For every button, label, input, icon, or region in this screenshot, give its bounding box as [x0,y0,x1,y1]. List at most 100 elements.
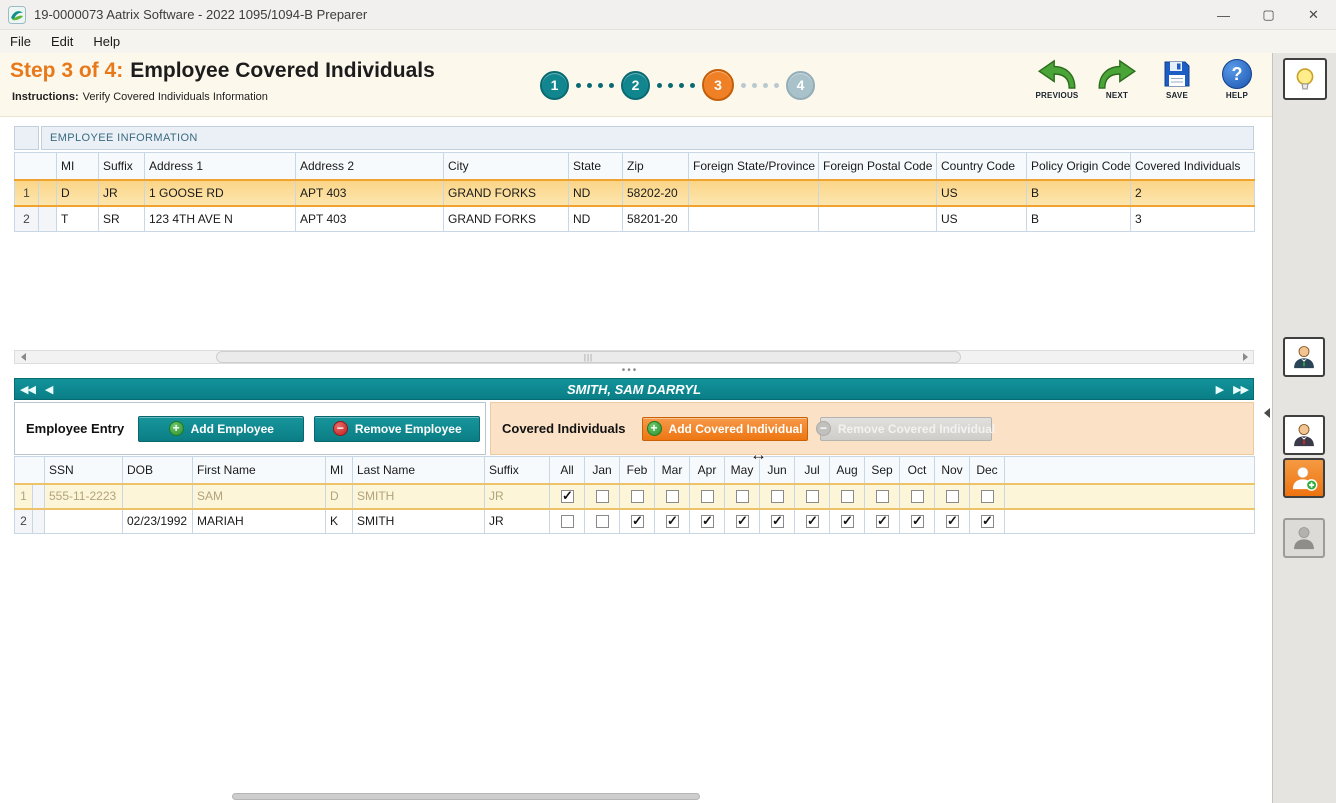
cell-dec[interactable] [970,509,1005,534]
covered-row-1[interactable]: 1 555-11-2223 SAM D SMITH JR [15,484,1255,509]
cell-aug[interactable] [830,484,865,509]
jul-checkbox[interactable] [806,515,819,528]
cell-feb[interactable] [620,484,655,509]
cell-first-name[interactable]: MARIAH [193,509,326,534]
col-state[interactable]: State [569,153,623,180]
mar-checkbox[interactable] [666,490,679,503]
maximize-button[interactable]: ▢ [1246,0,1291,30]
col-address2[interactable]: Address 2 [296,153,444,180]
cell-zip[interactable]: 58202-20 [623,180,689,206]
scroll-right-arrow[interactable] [1237,351,1253,363]
add-employee-button[interactable]: + Add Employee [138,416,304,442]
oct-checkbox[interactable] [911,515,924,528]
cell-country-code[interactable]: US [937,206,1027,232]
dec-checkbox[interactable] [981,490,994,503]
step-circle-1[interactable]: 1 [540,71,569,100]
cell-suffix[interactable]: SR [99,206,145,232]
col-country-code[interactable]: Country Code [937,153,1027,180]
tip-lightbulb-button[interactable] [1283,58,1327,100]
cell-jun[interactable] [760,509,795,534]
cell-mi[interactable]: D [57,180,99,206]
row-number[interactable]: 1 [15,180,39,206]
scrollbar-track[interactable] [31,351,1237,363]
col-last-name[interactable]: Last Name [353,457,485,484]
cell-mar[interactable] [655,509,690,534]
cell-jul[interactable] [795,509,830,534]
jun-checkbox[interactable] [771,515,784,528]
col-aug[interactable]: Aug [830,457,865,484]
step-circle-3[interactable]: 3 [702,69,734,101]
col-jul[interactable]: Jul [795,457,830,484]
apr-checkbox[interactable] [701,515,714,528]
cell-suffix[interactable]: JR [99,180,145,206]
jun-checkbox[interactable] [771,490,784,503]
cell-last-name[interactable]: SMITH [353,509,485,534]
cell-foreign-state[interactable] [689,206,819,232]
cell-mi[interactable]: D [326,484,353,509]
mar-checkbox[interactable] [666,515,679,528]
cell-may[interactable] [725,484,760,509]
col-mi[interactable]: MI [326,457,353,484]
col-jan[interactable]: Jan [585,457,620,484]
sep-checkbox[interactable] [876,490,889,503]
all-checkbox[interactable] [561,515,574,528]
cell-dob[interactable] [123,484,193,509]
col-all[interactable]: All [550,457,585,484]
jul-checkbox[interactable] [806,490,819,503]
tab-employee-entry[interactable]: Employee Entry + Add Employee − Remove E… [14,402,486,455]
next-record-button[interactable]: ▶ [1211,383,1228,396]
cell-covered-count[interactable]: 3 [1131,206,1255,232]
col-foreign-state[interactable]: Foreign State/Province [689,153,819,180]
row-number[interactable]: 2 [15,206,39,232]
col-dec[interactable]: Dec [970,457,1005,484]
col-city[interactable]: City [444,153,569,180]
cell-country-code[interactable]: US [937,180,1027,206]
cell-zip[interactable]: 58201-20 [623,206,689,232]
cell-sep[interactable] [865,509,900,534]
covered-row-2[interactable]: 2 02/23/1992 MARIAH K SMITH JR [15,509,1255,534]
scroll-left-arrow[interactable] [15,351,31,363]
col-suffix[interactable]: Suffix [485,457,550,484]
cell-all[interactable] [550,509,585,534]
col-policy-origin[interactable]: Policy Origin Code [1027,153,1131,180]
last-record-button[interactable]: ▶▶ [1228,383,1253,396]
cell-first-name[interactable]: SAM [193,484,326,509]
scrollbar-thumb[interactable] [216,351,961,363]
minimize-button[interactable]: — [1201,0,1246,30]
feb-checkbox[interactable] [631,490,644,503]
add-covered-individual-button[interactable]: + Add Covered Individual [642,417,808,441]
first-record-button[interactable]: ◀◀ [15,383,40,396]
tab-covered-individuals[interactable]: Covered Individuals + Add Covered Indivi… [490,402,1254,455]
employee-row-2[interactable]: 2 T SR 123 4TH AVE N APT 403 GRAND FORKS… [15,206,1255,232]
sidebar-collapse-arrow-icon[interactable] [1264,408,1270,418]
cell-address1[interactable]: 123 4TH AVE N [145,206,296,232]
save-button[interactable]: SAVE [1152,55,1202,100]
employee-row-1[interactable]: 1 D JR 1 GOOSE RD APT 403 GRAND FORKS ND… [15,180,1255,206]
aug-checkbox[interactable] [841,490,854,503]
cell-oct[interactable] [900,509,935,534]
col-nov[interactable]: Nov [935,457,970,484]
cell-address2[interactable]: APT 403 [296,180,444,206]
remove-covered-individual-button[interactable]: − Remove Covered Individual [820,417,992,441]
cell-sep[interactable] [865,484,900,509]
cell-jan[interactable] [585,509,620,534]
cell-suffix[interactable]: JR [485,509,550,534]
cell-nov[interactable] [935,484,970,509]
cell-mi[interactable]: T [57,206,99,232]
cell-ssn[interactable]: 555-11-2223 [45,484,123,509]
cell-may[interactable] [725,509,760,534]
cell-apr[interactable] [690,509,725,534]
dec-checkbox[interactable] [981,515,994,528]
covered-individuals-label[interactable]: Covered Individuals [491,421,626,436]
cell-foreign-state[interactable] [689,180,819,206]
splitter-handle[interactable]: ••• [560,365,700,378]
cell-jan[interactable] [585,484,620,509]
cell-nov[interactable] [935,509,970,534]
cell-jul[interactable] [795,484,830,509]
cell-mi[interactable]: K [326,509,353,534]
col-feb[interactable]: Feb [620,457,655,484]
sep-checkbox[interactable] [876,515,889,528]
row-number[interactable]: 2 [15,509,33,534]
col-apr[interactable]: Apr [690,457,725,484]
step-circle-2[interactable]: 2 [621,71,650,100]
